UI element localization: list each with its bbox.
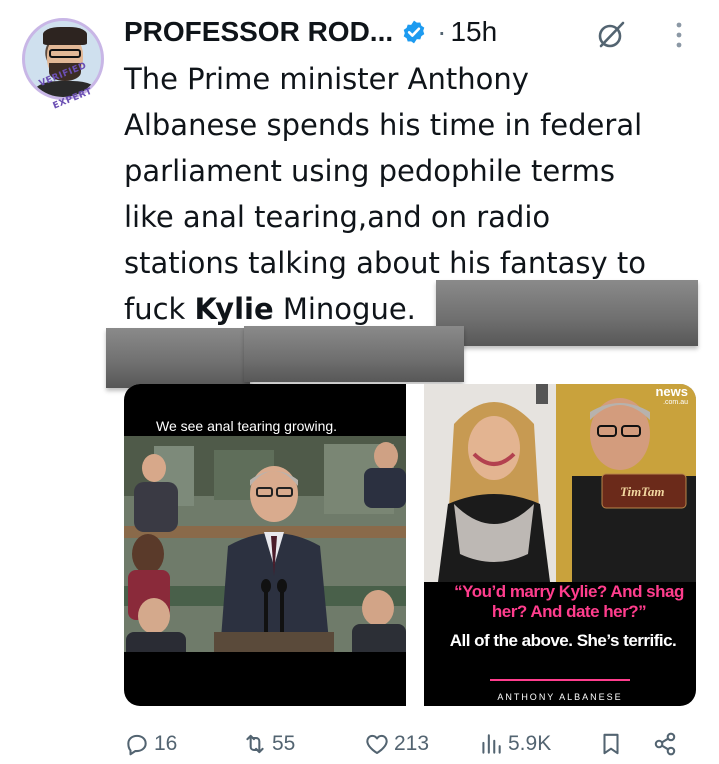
tweet-bold-word: Kylie [194,292,274,326]
more-icon[interactable] [672,20,686,50]
redaction-block [106,328,250,388]
tweet-text-segment: fuck [124,292,195,326]
media-image-right[interactable]: news .com.au TimTam “You’d marry Kylie? … [424,384,696,706]
reply-count: 16 [154,732,178,755]
quote-pink: “You’d marry Kylie? And shag her? And da… [454,582,684,621]
quote-attribution: ANTHONY ALBANESE [497,692,623,702]
share-button[interactable] [652,726,682,762]
author-name[interactable]: PROFESSOR ROD... [124,16,393,48]
parliament-illustration [124,436,406,652]
views-button[interactable]: 5.9K [478,726,551,762]
news-photo-illustration [424,384,696,582]
redaction-block [436,280,698,346]
news-photo: news .com.au TimTam [424,384,696,582]
like-button[interactable]: 213 [364,726,429,762]
views-count: 5.9K [508,732,552,755]
redaction-block [244,326,464,382]
tweet-text-segment: Minogue. [273,292,416,326]
avatar-hair [43,27,87,45]
bookmark-icon [603,733,619,755]
share-icon [654,732,676,756]
like-icon [366,734,388,755]
repost-count: 55 [272,732,296,755]
reply-button[interactable]: 16 [124,726,177,762]
reply-icon [127,734,147,756]
video-caption: We see anal tearing growing. [156,418,338,434]
quote-white: All of the above. She’s terrific. [449,631,677,650]
quote-divider [490,679,630,681]
tweet-line: Albanese spends his time in federal [124,108,643,142]
repost-button[interactable]: 55 [242,726,295,762]
tweet-line: parliament using pedophile terms [124,154,615,188]
news-logo: news .com.au [655,385,688,408]
tweet-line: The Prime minister Anthony [124,62,529,96]
bookmark-button[interactable] [598,726,628,762]
views-icon [482,734,501,754]
biscuit-label: TimTam [620,484,665,499]
verified-badge-icon [403,20,425,44]
tweet-action-bar: 16 55 213 5.9K [124,726,684,762]
like-count: 213 [394,732,430,755]
tweet-line: like anal tearing,and on radio [124,200,551,234]
repost-icon [246,734,264,754]
header-separator: · [437,16,447,47]
tweet-header: PROFESSOR ROD... · 15h [124,10,497,54]
grok-icon[interactable] [596,20,626,50]
tweet-time[interactable]: 15h [450,16,497,48]
parliament-scene [124,436,406,652]
media-video-left[interactable]: We see anal tearing growing. [124,384,406,706]
tweet-media[interactable]: We see anal tearing growing. news .com.a… [124,384,696,706]
